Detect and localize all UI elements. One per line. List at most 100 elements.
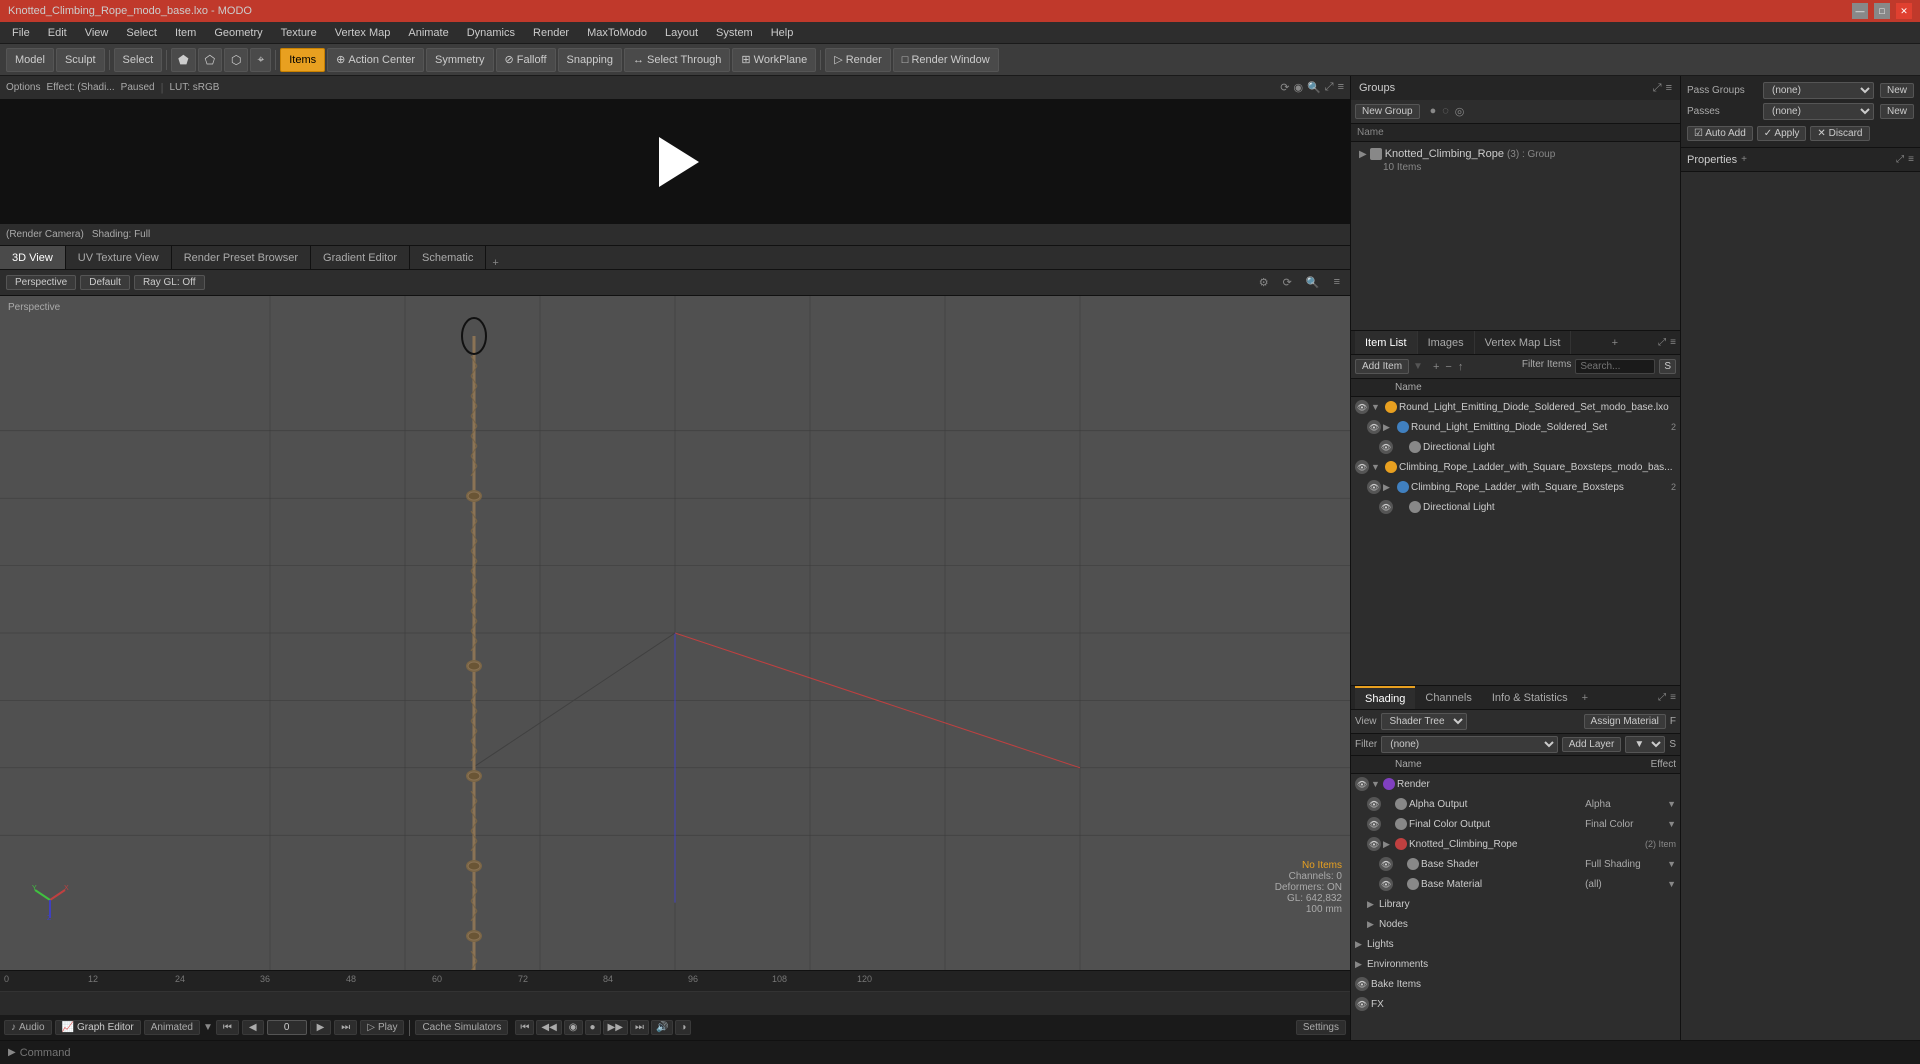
properties-plus-icon[interactable]: + xyxy=(1741,154,1747,165)
pb-btn-8[interactable]: ◑ xyxy=(675,1020,691,1035)
maximize-button[interactable]: □ xyxy=(1874,3,1890,19)
sh-eye-bake[interactable]: 👁 xyxy=(1355,977,1369,991)
group-icon-2[interactable]: ◌ xyxy=(1440,105,1451,118)
close-button[interactable]: ✕ xyxy=(1896,3,1912,19)
titlebar-controls[interactable]: — □ ✕ xyxy=(1852,3,1912,19)
menu-select[interactable]: Select xyxy=(118,25,165,41)
preview-icon-3[interactable]: 🔍 xyxy=(1307,81,1321,94)
menu-dynamics[interactable]: Dynamics xyxy=(459,25,523,41)
cache-simulators-button[interactable]: Cache Simulators xyxy=(415,1020,508,1035)
timeline-ruler[interactable]: 0 12 24 36 48 60 72 84 96 108 120 xyxy=(0,971,1350,991)
pb-btn-4[interactable]: ● xyxy=(585,1020,601,1035)
apply-button[interactable]: ✓ Apply xyxy=(1757,126,1807,141)
frame-input[interactable] xyxy=(267,1020,307,1035)
sh-row-bake[interactable]: 👁 Bake Items xyxy=(1351,974,1680,994)
mode-icon-4[interactable]: ⌖ xyxy=(250,48,271,72)
tab-channels[interactable]: Channels xyxy=(1415,686,1481,709)
group-item-main[interactable]: ▶ Knotted_Climbing_Rope (3) : Group xyxy=(1355,146,1676,162)
pb-btn-3[interactable]: ◉ xyxy=(564,1020,583,1035)
il-icon-1[interactable]: + xyxy=(1431,361,1441,373)
pb-btn-6[interactable]: ⏭ xyxy=(630,1020,649,1035)
tab-render-preset[interactable]: Render Preset Browser xyxy=(172,246,311,269)
sh-row-lights[interactable]: ▶ Lights xyxy=(1351,934,1680,954)
menu-maxtomodo[interactable]: MaxToModo xyxy=(579,25,655,41)
filter-f-btn[interactable]: F xyxy=(1670,716,1676,727)
prev-frame-button[interactable]: ◀ xyxy=(242,1020,264,1035)
shading-add-tab[interactable]: + xyxy=(1578,692,1592,704)
audio-button[interactable]: ♪ Audio xyxy=(4,1020,52,1035)
preview-icon-4[interactable]: ⤢ xyxy=(1325,81,1334,94)
sh-expand-environments[interactable]: ▶ xyxy=(1355,959,1365,970)
item-expand-3[interactable]: ▼ xyxy=(1371,462,1383,472)
sh-s-btn[interactable]: S xyxy=(1669,739,1676,750)
ray-gl-button[interactable]: Ray GL: Off xyxy=(134,275,205,290)
group-expand-icon[interactable]: ▶ xyxy=(1359,149,1367,160)
item-eye-1[interactable]: 👁 xyxy=(1367,420,1381,434)
discard-button[interactable]: ✕ Discard xyxy=(1810,126,1869,141)
sh-row-knotted[interactable]: 👁 ▶ Knotted_Climbing_Rope (2) Item xyxy=(1351,834,1680,854)
sh-row-environments[interactable]: ▶ Environments xyxy=(1351,954,1680,974)
sh-row-fx[interactable]: 👁 FX xyxy=(1351,994,1680,1014)
add-item-button[interactable]: Add Item xyxy=(1355,359,1409,374)
sh-expand-nodes[interactable]: ▶ xyxy=(1367,919,1377,930)
filter-dropdown[interactable]: (none) xyxy=(1381,736,1558,753)
next-frame-button[interactable]: ▶ xyxy=(310,1020,332,1035)
viewport-3d[interactable]: Perspective Default Ray GL: Off ⚙ ⟳ 🔍 ≡ xyxy=(0,270,1350,970)
menu-view[interactable]: View xyxy=(77,25,117,41)
menu-system[interactable]: System xyxy=(708,25,761,41)
tab-item-list[interactable]: Item List xyxy=(1355,331,1418,354)
sh-eye-base-shader[interactable]: 👁 xyxy=(1379,857,1393,871)
menu-edit[interactable]: Edit xyxy=(40,25,75,41)
item-eye-0[interactable]: 👁 xyxy=(1355,400,1369,414)
item-row-0[interactable]: 👁 ▼ Round_Light_Emitting_Diode_Soldered_… xyxy=(1351,397,1680,417)
perspective-button[interactable]: Perspective xyxy=(6,275,76,290)
groups-content[interactable]: ▶ Knotted_Climbing_Rope (3) : Group 10 I… xyxy=(1351,142,1680,330)
select-button[interactable]: Select xyxy=(114,48,163,72)
menu-render[interactable]: Render xyxy=(525,25,577,41)
sh-menu-icon[interactable]: ≡ xyxy=(1670,692,1676,703)
mode-icon-1[interactable]: ⬟ xyxy=(171,48,195,72)
shading-content[interactable]: 👁 ▼ Render 👁 Alpha Output Alpha ▼ 👁 xyxy=(1351,774,1680,1040)
render-button[interactable]: ▷ Render xyxy=(825,48,891,72)
il-menu-icon[interactable]: ≡ xyxy=(1670,337,1676,348)
timeline-track[interactable] xyxy=(0,991,1350,1015)
rewind-button[interactable]: ⏮ xyxy=(216,1020,239,1035)
menu-layout[interactable]: Layout xyxy=(657,25,706,41)
passes-dropdown[interactable]: (none) xyxy=(1763,103,1874,120)
sh-row-alpha[interactable]: 👁 Alpha Output Alpha ▼ xyxy=(1351,794,1680,814)
item-expand-1[interactable]: ▶ xyxy=(1383,422,1395,433)
item-eye-5[interactable]: 👁 xyxy=(1379,500,1393,514)
symmetry-button[interactable]: Symmetry xyxy=(426,48,494,72)
animated-button[interactable]: Animated xyxy=(144,1020,200,1035)
sh-dropdown-alpha[interactable]: ▼ xyxy=(1667,799,1676,809)
preview-icon-5[interactable]: ≡ xyxy=(1338,81,1344,94)
tab-3d-view[interactable]: 3D View xyxy=(0,246,66,269)
items-button[interactable]: Items xyxy=(280,48,325,72)
groups-expand-icon[interactable]: ⤢ xyxy=(1653,82,1662,95)
il-icon-2[interactable]: − xyxy=(1443,361,1453,373)
workplane-button[interactable]: ⊞ WorkPlane xyxy=(732,48,816,72)
vp-icon-search[interactable]: 🔍 xyxy=(1302,274,1324,291)
viewport-canvas[interactable]: Perspective No Items Channels: 0 Deforme… xyxy=(0,296,1350,970)
sh-row-base-shader[interactable]: 👁 Base Shader Full Shading ▼ xyxy=(1351,854,1680,874)
fast-forward-button[interactable]: ⏭ xyxy=(334,1020,357,1035)
item-expand-4[interactable]: ▶ xyxy=(1383,482,1395,493)
sh-row-render[interactable]: 👁 ▼ Render xyxy=(1351,774,1680,794)
add-layer-type-dropdown[interactable]: ▼ xyxy=(1625,736,1665,753)
item-row-4[interactable]: 👁 ▶ Climbing_Rope_Ladder_with_Square_Box… xyxy=(1351,477,1680,497)
sh-dropdown-final[interactable]: ▼ xyxy=(1667,819,1676,829)
il-icon-3[interactable]: ↑ xyxy=(1456,361,1466,373)
default-button[interactable]: Default xyxy=(80,275,130,290)
mode-icon-3[interactable]: ⬡ xyxy=(224,48,248,72)
prop-expand-icon[interactable]: ⤢ xyxy=(1896,154,1904,165)
command-input[interactable] xyxy=(20,1047,1912,1059)
sh-eye-base-material[interactable]: 👁 xyxy=(1379,877,1393,891)
tab-images[interactable]: Images xyxy=(1418,331,1475,354)
sh-expand-library[interactable]: ▶ xyxy=(1367,899,1377,910)
add-tab-button[interactable]: + xyxy=(486,257,504,269)
new-group-button[interactable]: New Group xyxy=(1355,104,1420,119)
shader-tree-dropdown[interactable]: Shader Tree xyxy=(1381,713,1467,730)
vp-icon-refresh[interactable]: ⟳ xyxy=(1279,274,1296,291)
pb-btn-1[interactable]: ⏮ xyxy=(515,1020,534,1035)
sh-row-library[interactable]: ▶ Library xyxy=(1351,894,1680,914)
